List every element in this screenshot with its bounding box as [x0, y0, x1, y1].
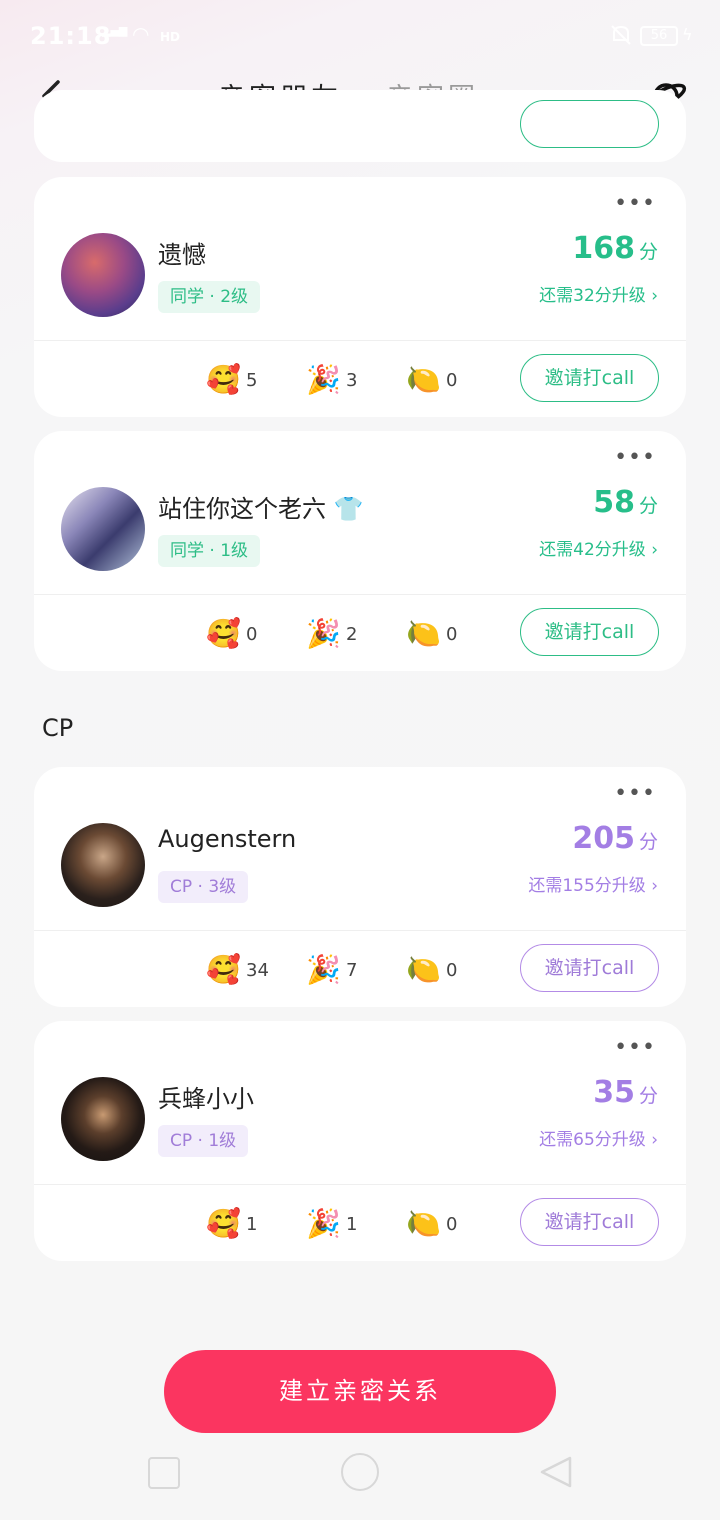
heart-hug-emoji: 🥰	[206, 363, 241, 396]
lemon-face-emoji: 🍋	[406, 1207, 441, 1240]
cp-name: 兵蜂小小	[158, 1085, 254, 1113]
friend-name: 遗憾	[158, 241, 206, 269]
status-time: 21:18	[30, 22, 112, 50]
call-button-partial[interactable]	[520, 100, 659, 148]
cp-card-info[interactable]: ••• 兵蜂小小 CP · 1级 35 分 还需65分升级 ›	[34, 1021, 686, 1185]
reactions-row: 🥰 1 🎉 1 🍋 0 邀请打call	[34, 1185, 686, 1261]
invite-call-button[interactable]: 邀请打call	[520, 944, 659, 992]
avatar	[61, 1077, 145, 1161]
party-popper-emoji: 🎉	[306, 363, 341, 396]
lemon-reaction[interactable]: 🍋 0	[406, 951, 457, 989]
party-reaction[interactable]: 🎉 1	[306, 1205, 357, 1243]
friend-name: 站住你这个老六 👕	[158, 495, 364, 523]
heart-hug-reaction[interactable]: 🥰 0	[206, 615, 257, 653]
build-intimate-relation-button[interactable]: 建立亲密关系	[164, 1350, 556, 1433]
battery-indicator: 56	[640, 26, 678, 46]
party-reaction[interactable]: 🎉 2	[306, 615, 357, 653]
heart-hug-reaction[interactable]: 🥰 1	[206, 1205, 257, 1243]
intimacy-score: 58 分	[593, 485, 658, 520]
party-popper-emoji: 🎉	[306, 1207, 341, 1240]
friend-card-info[interactable]: ••• 站住你这个老六 👕 同学 · 1级 58 分 还需42分升级 ›	[34, 431, 686, 595]
lemon-reaction[interactable]: 🍋 0	[406, 361, 457, 399]
intimacy-score: 205 分	[572, 821, 658, 856]
upgrade-hint[interactable]: 还需32分升级 ›	[539, 281, 658, 306]
invite-call-button[interactable]: 邀请打call	[520, 608, 659, 656]
lemon-face-emoji: 🍋	[406, 617, 441, 650]
cp-name: Augenstern	[158, 825, 297, 853]
heart-hug-reaction[interactable]: 🥰 5	[206, 361, 257, 399]
party-popper-emoji: 🎉	[306, 617, 341, 650]
lemon-reaction[interactable]: 🍋 0	[406, 615, 457, 653]
wifi-icon: ◠	[132, 22, 150, 46]
lemon-face-emoji: 🍋	[406, 363, 441, 396]
charging-icon: ϟ	[682, 25, 693, 44]
upgrade-hint[interactable]: 还需65分升级 ›	[539, 1125, 658, 1150]
invite-call-button[interactable]: 邀请打call	[520, 354, 659, 402]
avatar	[61, 233, 145, 317]
friend-card: ••• 遗憾 同学 · 2级 168 分 还需32分升级 › 🥰 5 🎉 3 🍋 0 邀…	[34, 177, 686, 417]
recent-apps-button[interactable]	[148, 1457, 180, 1489]
nav-back-icon[interactable]	[538, 1454, 574, 1490]
system-nav-bar	[0, 1440, 720, 1520]
status-bar: 21:18 ▂▄▆ ◠ HD 56 ϟ	[0, 0, 720, 72]
more-dots-icon[interactable]: •••	[614, 191, 656, 216]
relation-level-tag: 同学 · 1级	[158, 535, 261, 567]
cp-card: ••• Augenstern CP · 3级 205 分 还需155分升级 › 🥰…	[34, 767, 686, 1007]
relation-level-tag: 同学 · 2级	[158, 281, 261, 313]
intimacy-score: 35 分	[593, 1075, 658, 1110]
relation-level-tag: CP · 3级	[158, 871, 249, 903]
party-reaction[interactable]: 🎉 7	[306, 951, 357, 989]
more-dots-icon[interactable]: •••	[614, 781, 656, 806]
cp-card: ••• 兵蜂小小 CP · 1级 35 分 还需65分升级 › 🥰 1 🎉 1 🍋 0 …	[34, 1021, 686, 1261]
party-reaction[interactable]: 🎉 3	[306, 361, 357, 399]
heart-hug-emoji: 🥰	[206, 953, 241, 986]
signal-icon: ▂▄▆	[102, 24, 128, 37]
home-button[interactable]	[341, 1453, 379, 1491]
reactions-row: 🥰 0 🎉 2 🍋 0 邀请打call	[34, 595, 686, 671]
heart-hug-emoji: 🥰	[206, 1207, 241, 1240]
cp-section-title: CP	[42, 714, 74, 742]
friend-card: ••• 站住你这个老六 👕 同学 · 1级 58 分 还需42分升级 › 🥰 0 🎉…	[34, 431, 686, 671]
intimacy-score: 168 分	[572, 231, 658, 266]
reactions-row: 🥰 5 🎉 3 🍋 0 邀请打call	[34, 341, 686, 417]
hd-badge: HD	[160, 30, 181, 44]
party-popper-emoji: 🎉	[306, 953, 341, 986]
reactions-row: 🥰 34 🎉 7 🍋 0 邀请打call	[34, 931, 686, 1007]
lemon-reaction[interactable]: 🍋 0	[406, 1205, 457, 1243]
cp-card-info[interactable]: ••• Augenstern CP · 3级 205 分 还需155分升级 ›	[34, 767, 686, 931]
upgrade-hint[interactable]: 还需42分升级 ›	[539, 535, 658, 560]
relation-level-tag: CP · 1级	[158, 1125, 249, 1157]
friend-card-partial	[34, 90, 686, 162]
bell-muted-icon	[611, 25, 631, 45]
more-dots-icon[interactable]: •••	[614, 1035, 656, 1060]
heart-hug-reaction[interactable]: 🥰 34	[206, 951, 269, 989]
more-dots-icon[interactable]: •••	[614, 445, 656, 470]
lemon-face-emoji: 🍋	[406, 953, 441, 986]
heart-hug-emoji: 🥰	[206, 617, 241, 650]
avatar	[61, 487, 145, 571]
friend-card-info[interactable]: ••• 遗憾 同学 · 2级 168 分 还需32分升级 ›	[34, 177, 686, 341]
invite-call-button[interactable]: 邀请打call	[520, 1198, 659, 1246]
upgrade-hint[interactable]: 还需155分升级 ›	[528, 871, 658, 896]
avatar	[61, 823, 145, 907]
